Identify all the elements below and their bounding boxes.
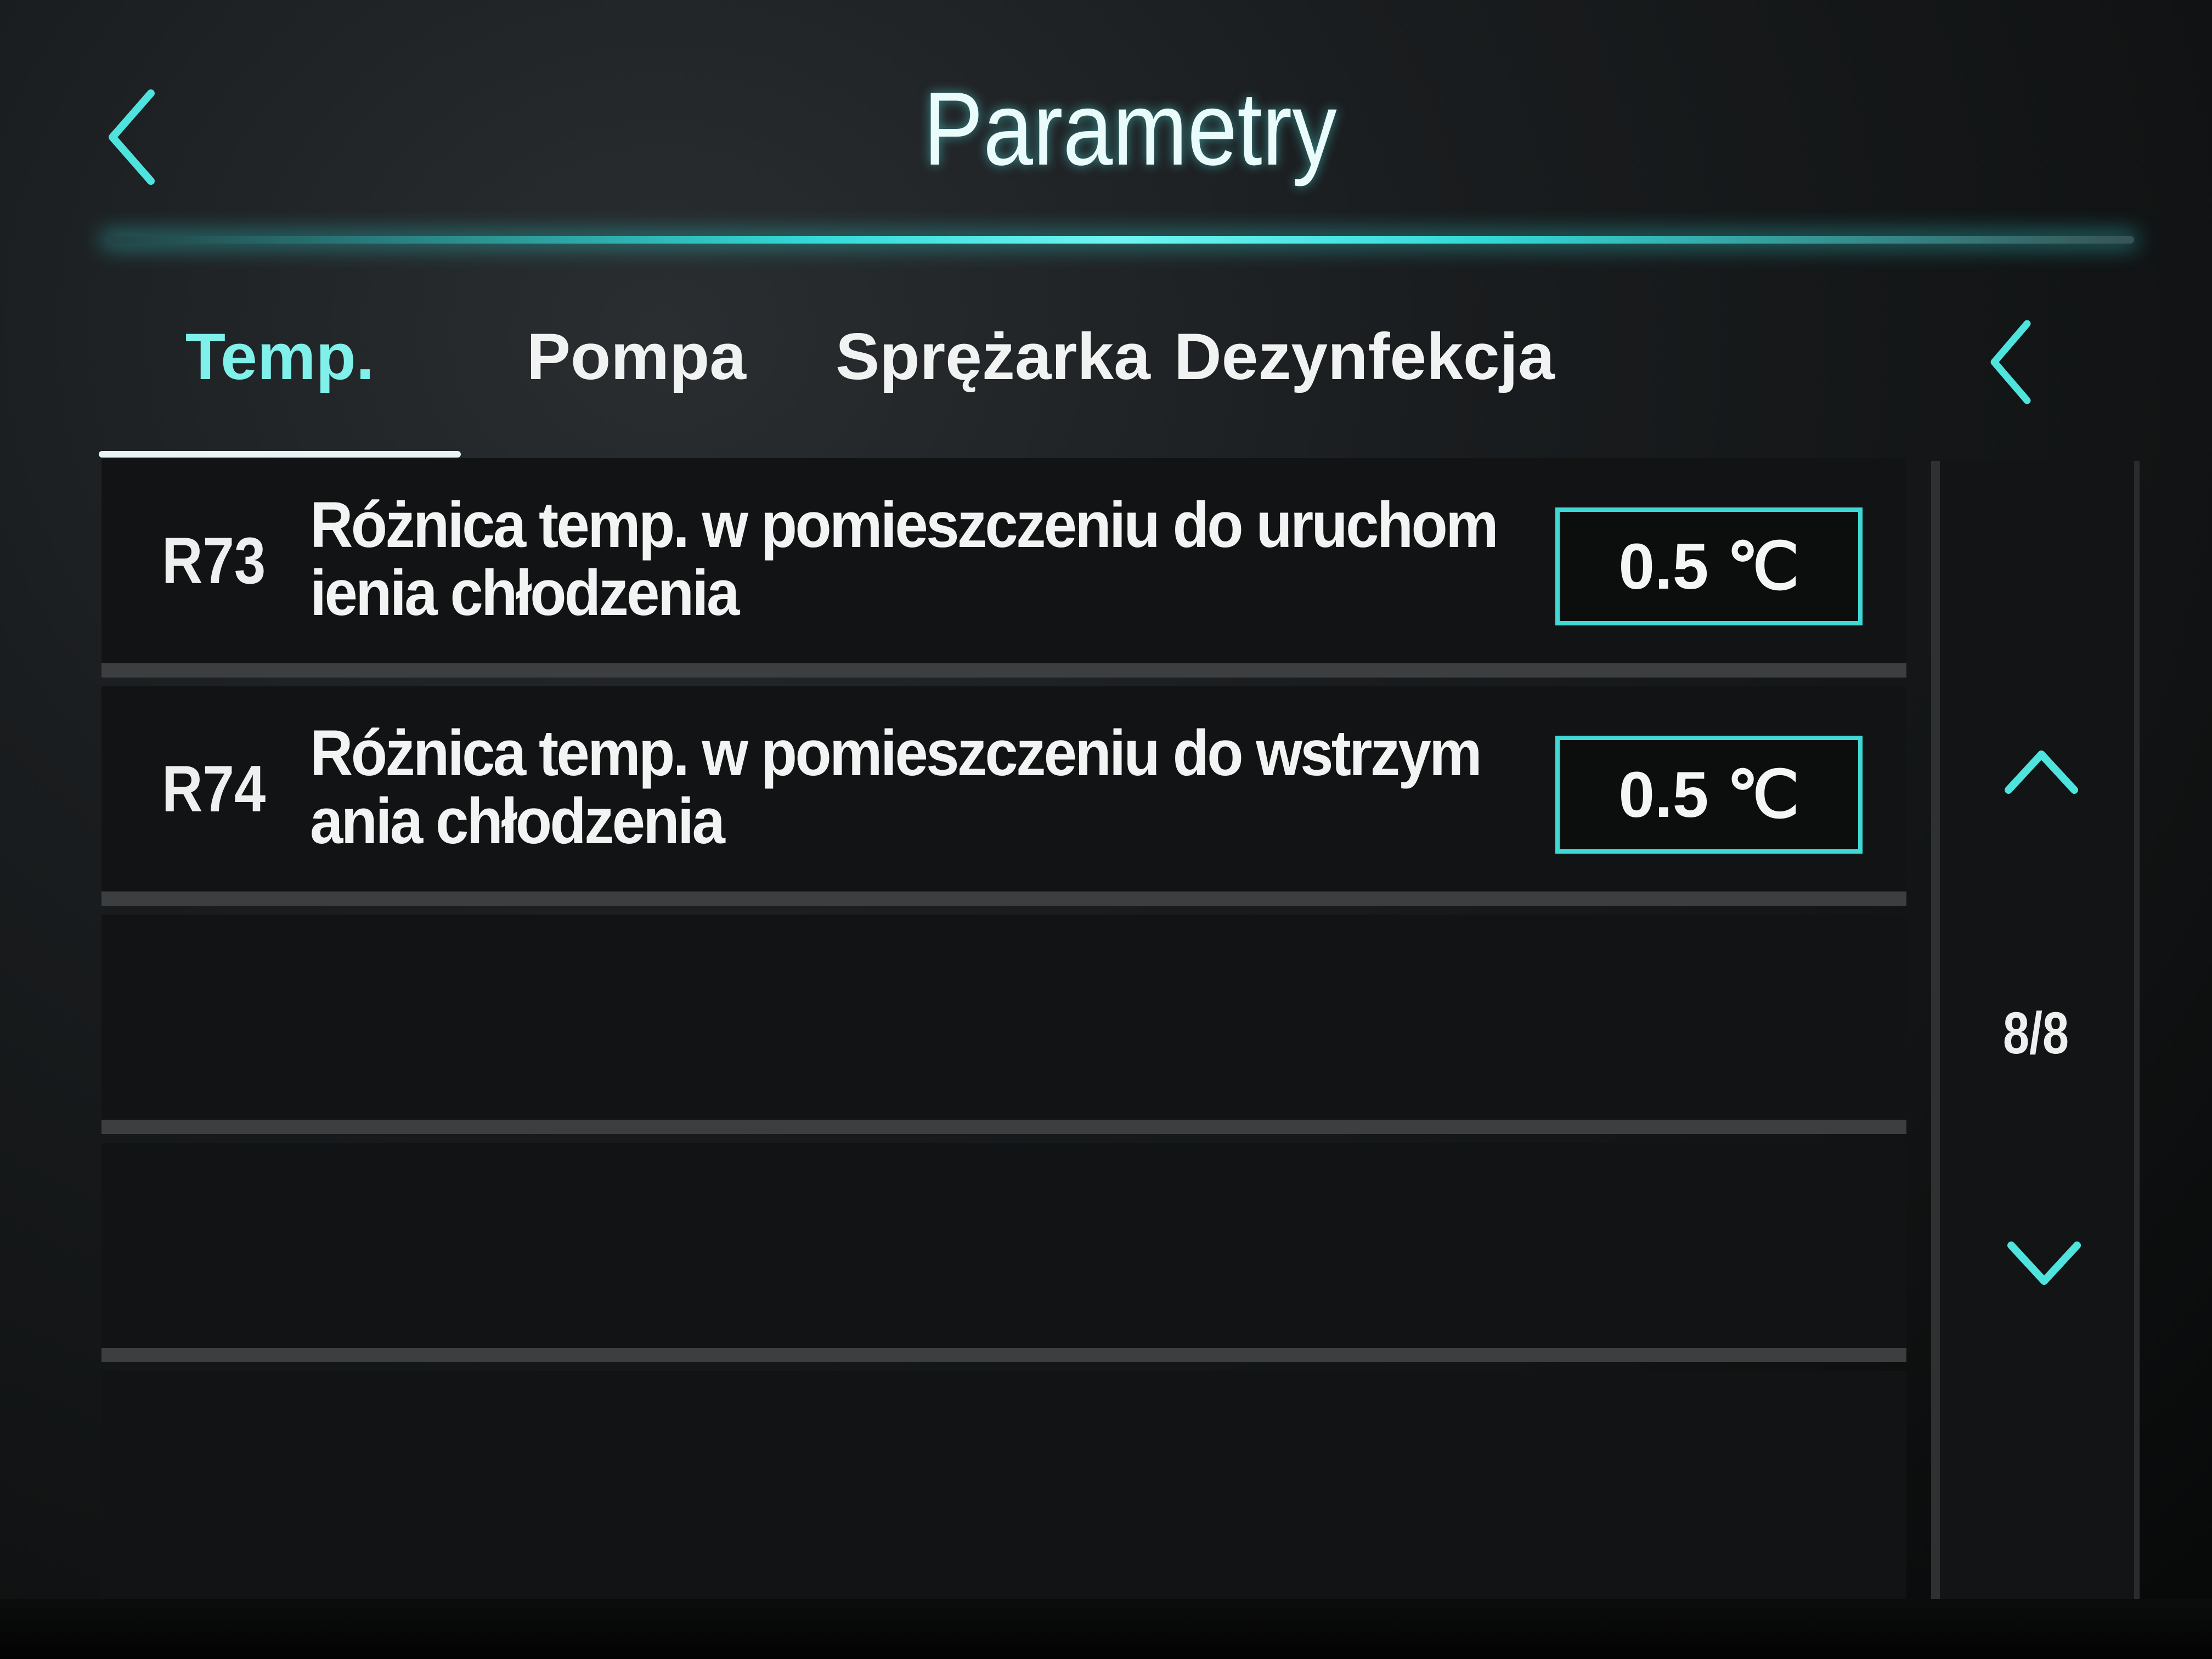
chevron-down-icon[interactable]: [1997, 1223, 2091, 1306]
screen-bezel: [0, 1599, 2212, 1659]
parameter-list: R73 Różnica temp. w pomieszczeniu do uru…: [101, 458, 1906, 1599]
parameter-code: R73: [162, 524, 266, 597]
parameter-label: Różnica temp. w pomieszczeniu do wstrzym…: [310, 717, 1482, 857]
tab-sprezarka[interactable]: Sprężarka: [812, 285, 1174, 450]
parameters-screen: Parametry Temp. Pompa Sprężarka Dezynfek…: [0, 0, 2212, 1659]
tab-pompa[interactable]: Pompa: [461, 285, 812, 450]
header-divider: [104, 236, 2134, 244]
parameter-label: Różnica temp. w pomieszczeniu do uruchom…: [310, 489, 1499, 629]
active-tab-indicator: [99, 451, 461, 458]
empty-row: [101, 1143, 1906, 1362]
tab-bar: Temp. Pompa Sprężarka Dezynfekcja: [99, 285, 1909, 466]
empty-row: [101, 915, 1906, 1134]
parameter-value-field[interactable]: 0.5 ℃: [1555, 507, 1863, 625]
tab-dezynfekcja[interactable]: Dezynfekcja: [1174, 285, 1555, 450]
chevron-up-icon[interactable]: [1995, 730, 2088, 812]
page-title: Parametry: [923, 71, 1337, 187]
tabs-scroll-left-icon[interactable]: [1975, 313, 2046, 411]
back-icon[interactable]: [99, 82, 165, 192]
pagination-panel: 8/8: [1931, 461, 2140, 1599]
parameter-code: R74: [162, 752, 266, 826]
page-indicator: 8/8: [2002, 1000, 2069, 1066]
empty-row: [101, 1371, 1906, 1599]
parameter-value-field[interactable]: 0.5 ℃: [1555, 736, 1863, 854]
parameter-row-r73: R73 Różnica temp. w pomieszczeniu do uru…: [101, 458, 1906, 678]
parameter-row-r74: R74 Różnica temp. w pomieszczeniu do wst…: [101, 686, 1906, 906]
tab-temp[interactable]: Temp.: [99, 285, 461, 450]
